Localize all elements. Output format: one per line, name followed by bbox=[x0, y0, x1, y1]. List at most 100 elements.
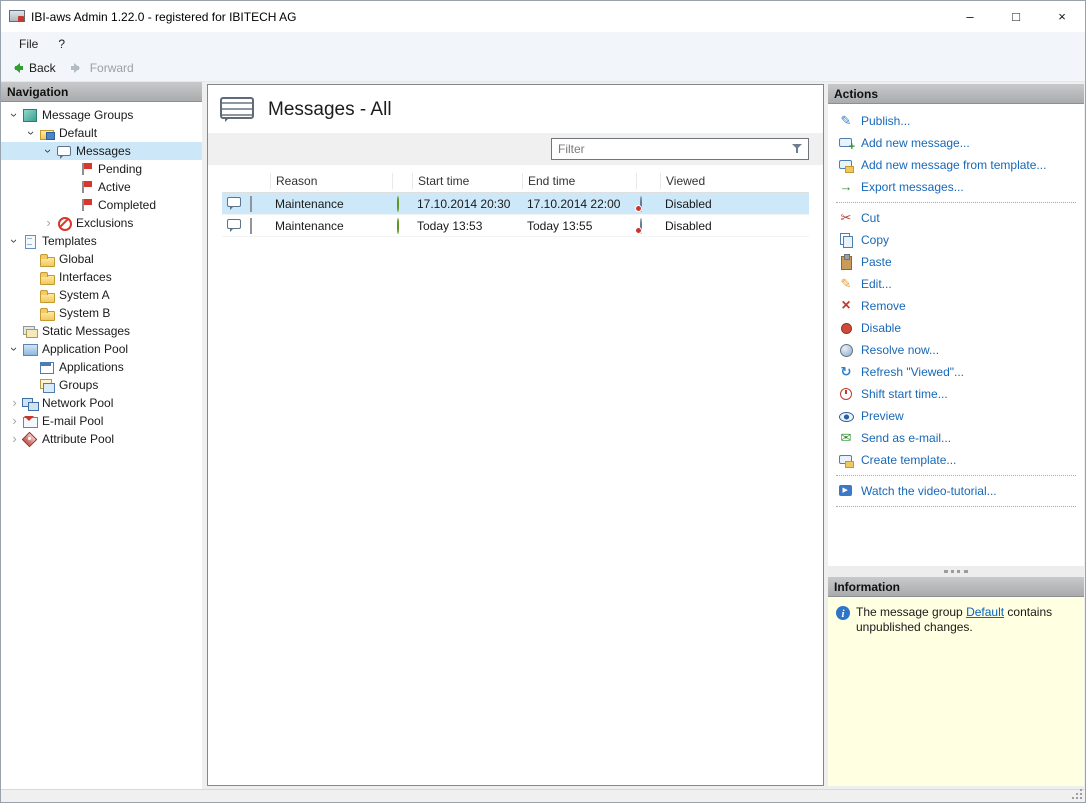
action-preview[interactable]: Preview bbox=[828, 405, 1084, 427]
action-send-as-email[interactable]: Send as e-mail... bbox=[828, 427, 1084, 449]
publish-icon bbox=[838, 113, 854, 129]
tree-item-templates[interactable]: Templates bbox=[1, 232, 202, 250]
tree-item-messages[interactable]: Messages bbox=[1, 142, 202, 160]
cut-icon bbox=[838, 210, 854, 226]
tree-item-groups[interactable]: Groups bbox=[1, 376, 202, 394]
tree-item-application-pool[interactable]: Application Pool bbox=[1, 340, 202, 358]
navigation-toolbar: Back Forward bbox=[1, 55, 1085, 82]
action-cut[interactable]: Cut bbox=[828, 207, 1084, 229]
tree-item-active[interactable]: Active bbox=[1, 178, 202, 196]
tree-item-system-a[interactable]: System A bbox=[1, 286, 202, 304]
tree-item-static-messages[interactable]: Static Messages bbox=[1, 322, 202, 340]
menu-file[interactable]: File bbox=[9, 34, 48, 54]
tree-item-pending[interactable]: Pending bbox=[1, 160, 202, 178]
maximize-button[interactable]: □ bbox=[993, 1, 1039, 32]
attribute-pool-icon bbox=[22, 431, 38, 447]
menu-help[interactable]: ? bbox=[48, 34, 75, 54]
back-arrow-icon bbox=[9, 62, 24, 74]
copy-icon bbox=[838, 232, 854, 248]
actions-panel-header: Actions bbox=[828, 84, 1084, 104]
tree-item-system-b[interactable]: System B bbox=[1, 304, 202, 322]
preview-icon bbox=[838, 408, 854, 424]
expander-icon[interactable] bbox=[7, 431, 22, 447]
expander-icon[interactable] bbox=[41, 215, 56, 231]
refresh-viewed-icon bbox=[838, 364, 854, 380]
expander-icon[interactable] bbox=[7, 341, 22, 357]
action-watch-video-tutorial[interactable]: Watch the video-tutorial... bbox=[828, 480, 1084, 502]
header-start-time[interactable]: Start time bbox=[412, 173, 522, 189]
tree-item-default[interactable]: Default bbox=[1, 124, 202, 142]
expander-icon[interactable] bbox=[7, 107, 22, 123]
filter-funnel-icon[interactable] bbox=[792, 144, 803, 155]
folder-icon bbox=[39, 305, 55, 321]
action-publish[interactable]: Publish... bbox=[828, 110, 1084, 132]
action-add-new-message-from-template[interactable]: Add new message from template... bbox=[828, 154, 1084, 176]
tree-item-interfaces[interactable]: Interfaces bbox=[1, 268, 202, 286]
expander-icon[interactable] bbox=[41, 143, 56, 159]
static-messages-icon bbox=[22, 323, 38, 339]
header-viewed[interactable]: Viewed bbox=[660, 173, 770, 189]
tree-item-attribute-pool[interactable]: Attribute Pool bbox=[1, 430, 202, 448]
default-group-link[interactable]: Default bbox=[966, 605, 1004, 619]
expander-icon[interactable] bbox=[7, 395, 22, 411]
panel-splitter[interactable] bbox=[828, 566, 1084, 577]
add-message-icon bbox=[838, 135, 854, 151]
action-shift-start-time[interactable]: Shift start time... bbox=[828, 383, 1084, 405]
action-paste[interactable]: Paste bbox=[828, 251, 1084, 273]
page-title: Messages - All bbox=[268, 99, 392, 121]
expander-icon[interactable] bbox=[7, 413, 22, 429]
filter-input[interactable] bbox=[552, 139, 808, 159]
expander-icon[interactable] bbox=[7, 233, 22, 249]
action-copy[interactable]: Copy bbox=[828, 229, 1084, 251]
action-disable[interactable]: Disable bbox=[828, 317, 1084, 339]
table-row[interactable]: Maintenance 17.10.2014 20:30 17.10.2014 … bbox=[222, 193, 809, 215]
header-viewed-icon-column bbox=[636, 173, 660, 189]
shift-start-time-icon bbox=[838, 386, 854, 402]
navigation-tree: Message Groups Default Messages Pending bbox=[1, 102, 202, 448]
application-pool-icon bbox=[22, 341, 38, 357]
tree-item-email-pool[interactable]: E-mail Pool bbox=[1, 412, 202, 430]
app-window: IBI-aws Admin 1.22.0 - registered for IB… bbox=[0, 0, 1086, 803]
navigation-panel-header: Navigation bbox=[1, 82, 202, 102]
tree-item-global[interactable]: Global bbox=[1, 250, 202, 268]
action-edit[interactable]: Edit... bbox=[828, 273, 1084, 295]
action-resolve-now[interactable]: Resolve now... bbox=[828, 339, 1084, 361]
tree-item-applications[interactable]: Applications bbox=[1, 358, 202, 376]
actions-separator bbox=[836, 475, 1076, 476]
action-remove[interactable]: Remove bbox=[828, 295, 1084, 317]
messages-icon bbox=[56, 143, 72, 159]
resize-grip-icon[interactable] bbox=[1080, 797, 1082, 799]
forward-button[interactable]: Forward bbox=[70, 61, 134, 75]
right-column: Actions Publish... Add new message... Ad… bbox=[828, 84, 1084, 786]
header-reason[interactable]: Reason bbox=[270, 173, 392, 189]
expander-icon[interactable] bbox=[24, 125, 39, 141]
tree-item-completed[interactable]: Completed bbox=[1, 196, 202, 214]
edit-icon bbox=[838, 276, 854, 292]
tree-item-network-pool[interactable]: Network Pool bbox=[1, 394, 202, 412]
tree-item-exclusions[interactable]: Exclusions bbox=[1, 214, 202, 232]
back-button[interactable]: Back bbox=[9, 61, 56, 75]
action-add-new-message[interactable]: Add new message... bbox=[828, 132, 1084, 154]
table-row[interactable]: Maintenance Today 13:53 Today 13:55 Disa… bbox=[222, 215, 809, 237]
folder-icon bbox=[39, 269, 55, 285]
action-refresh-viewed[interactable]: Refresh "Viewed"... bbox=[828, 361, 1084, 383]
message-group-icon bbox=[39, 125, 55, 141]
info-icon bbox=[836, 606, 850, 620]
resolve-now-icon bbox=[838, 342, 854, 358]
close-button[interactable]: × bbox=[1039, 1, 1085, 32]
header-end-time[interactable]: End time bbox=[522, 173, 636, 189]
tree-item-message-groups[interactable]: Message Groups bbox=[1, 106, 202, 124]
action-create-template[interactable]: Create template... bbox=[828, 449, 1084, 471]
action-export-messages[interactable]: Export messages... bbox=[828, 176, 1084, 198]
viewed-state-icon bbox=[640, 218, 642, 234]
minimize-button[interactable]: – bbox=[947, 1, 993, 32]
export-messages-icon bbox=[838, 179, 854, 195]
header-status-column bbox=[392, 173, 412, 189]
info-text-before: The message group bbox=[856, 605, 966, 619]
reason-cell: Maintenance bbox=[270, 197, 392, 211]
green-dot-icon bbox=[397, 218, 399, 234]
viewed-state-icon bbox=[640, 196, 642, 212]
title-bar: IBI-aws Admin 1.22.0 - registered for IB… bbox=[1, 1, 1085, 32]
color-swatch bbox=[250, 196, 252, 212]
viewed-cell: Disabled bbox=[660, 219, 770, 233]
